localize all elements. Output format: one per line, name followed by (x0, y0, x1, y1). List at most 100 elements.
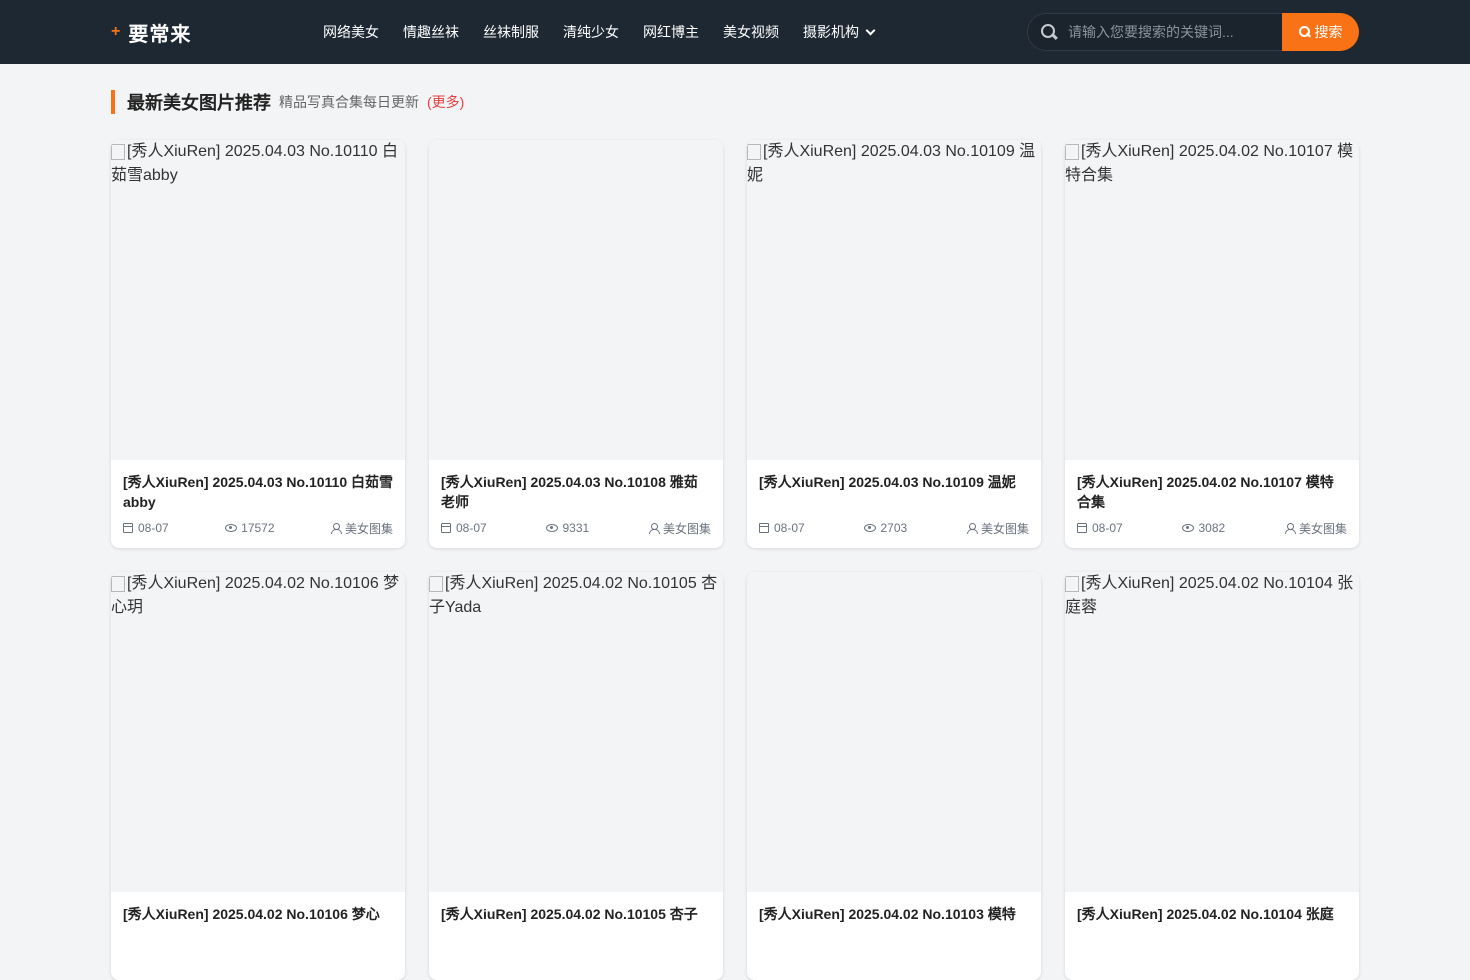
post-title[interactable]: [秀人XiuRen] 2025.04.02 No.10105 杏子 (441, 904, 711, 924)
post-category: 美女图集 (648, 520, 711, 537)
post-views-text: 9331 (562, 521, 590, 535)
post-card[interactable]: [秀人XiuRen] 2025.04.03 No.10110 白茹雪abby [秀… (111, 140, 405, 548)
post-date: 08-07 (1077, 521, 1123, 535)
post-date-text: 08-07 (774, 521, 805, 535)
post-title[interactable]: [秀人XiuRen] 2025.04.02 No.10103 模特 (759, 904, 1029, 924)
post-meta: 08-07 3082 美女图集 (1077, 520, 1347, 536)
post-date: 08-07 (759, 521, 805, 535)
main-nav: 网络美女 情趣丝袜 丝袜制服 清纯少女 网红博主 美女视频 摄影机构 (323, 21, 876, 43)
thumbnail-alt-text: [秀人XiuRen] 2025.04.02 No.10107 模特合集 (1065, 140, 1359, 188)
eye-icon (225, 524, 238, 532)
logo-text: 要常来 (128, 23, 192, 46)
nav-item-siwazhifu[interactable]: 丝袜制服 (483, 21, 539, 43)
section-heading: 最新美女图片推荐 精品写真合集每日更新 (更多) (111, 90, 464, 114)
post-date: 08-07 (123, 521, 169, 535)
post-date-text: 08-07 (1092, 521, 1123, 535)
post-thumbnail[interactable]: [秀人XiuRen] 2025.04.02 No.10104 张庭蓉 (1065, 572, 1359, 892)
section-more-link[interactable]: (更多) (427, 92, 464, 112)
post-date: 08-07 (441, 521, 487, 535)
broken-image-icon (1065, 576, 1079, 592)
eye-icon (546, 524, 559, 532)
nav-item-wangluomeinv[interactable]: 网络美女 (323, 21, 379, 43)
card-grid: [秀人XiuRen] 2025.04.03 No.10110 白茹雪abby [秀… (111, 140, 1359, 980)
section-subtitle: 精品写真合集每日更新 (279, 94, 419, 110)
post-thumbnail[interactable] (429, 140, 723, 460)
eye-icon (1182, 524, 1195, 532)
user-icon (648, 522, 660, 534)
user-icon (966, 522, 978, 534)
section-title: 最新美女图片推荐 (127, 93, 271, 113)
thumbnail-alt-text: [秀人XiuRen] 2025.04.03 No.10110 白茹雪abby (111, 140, 405, 188)
section-accent-bar (111, 90, 115, 114)
broken-image-icon (111, 144, 125, 160)
thumbnail-alt-label: [秀人XiuRen] 2025.04.02 No.10104 张庭蓉 (1065, 575, 1354, 616)
nav-item-sheyingjigou[interactable]: 摄影机构 (803, 21, 876, 43)
thumbnail-alt-label: [秀人XiuRen] 2025.04.02 No.10105 杏子Yada (429, 575, 718, 616)
post-title[interactable]: [秀人XiuRen] 2025.04.02 No.10106 梦心 (123, 904, 393, 924)
post-card[interactable]: [秀人XiuRen] 2025.04.03 No.10108 雅茹老师 08-07… (429, 140, 723, 548)
calendar-icon (123, 523, 133, 533)
post-title[interactable]: [秀人XiuRen] 2025.04.03 No.10108 雅茹老师 (441, 472, 711, 512)
post-views-text: 2703 (880, 521, 908, 535)
post-meta: 08-07 2703 美女图集 (759, 520, 1029, 536)
post-views: 3082 (1182, 521, 1225, 535)
post-views: 2703 (864, 521, 907, 535)
user-icon (330, 522, 342, 534)
search-icon (1040, 23, 1058, 41)
chevron-down-icon (865, 25, 876, 35)
nav-item-meinvshipin[interactable]: 美女视频 (723, 21, 779, 43)
post-title[interactable]: [秀人XiuRen] 2025.04.03 No.10110 白茹雪abby (123, 472, 393, 512)
nav-item-qingchunshaonv[interactable]: 清纯少女 (563, 21, 619, 43)
post-thumbnail[interactable]: [秀人XiuRen] 2025.04.03 No.10110 白茹雪abby (111, 140, 405, 460)
top-header: + 要常来 网络美女 情趣丝袜 丝袜制服 清纯少女 网红博主 美女视频 摄影机构… (0, 0, 1470, 64)
post-thumbnail[interactable]: [秀人XiuRen] 2025.04.02 No.10105 杏子Yada (429, 572, 723, 892)
search-input[interactable] (1068, 24, 1273, 40)
site-logo[interactable]: + 要常来 (111, 19, 192, 46)
post-date-text: 08-07 (456, 521, 487, 535)
logo-plus: + (111, 23, 121, 40)
nav-item-wanghongbozhu[interactable]: 网红博主 (643, 21, 699, 43)
post-category-text: 美女图集 (980, 521, 1029, 536)
post-date-text: 08-07 (138, 521, 169, 535)
thumbnail-alt-text: [秀人XiuRen] 2025.04.02 No.10104 张庭蓉 (1065, 572, 1359, 620)
post-card[interactable]: [秀人XiuRen] 2025.04.03 No.10109 温妮 [秀人XiuR… (747, 140, 1041, 548)
post-category-text: 美女图集 (1298, 521, 1347, 536)
search-button-label: 搜索 (1314, 24, 1343, 40)
search-button-icon (1298, 26, 1311, 38)
broken-image-icon (747, 144, 761, 160)
calendar-icon (759, 523, 769, 533)
thumbnail-alt-text: [秀人XiuRen] 2025.04.02 No.10105 杏子Yada (429, 572, 723, 620)
search-box (1027, 13, 1282, 51)
post-thumbnail[interactable]: [秀人XiuRen] 2025.04.02 No.10107 模特合集 (1065, 140, 1359, 460)
post-card[interactable]: [秀人XiuRen] 2025.04.02 No.10105 杏子Yada [秀人… (429, 572, 723, 980)
broken-image-icon (1065, 144, 1079, 160)
post-thumbnail[interactable] (747, 572, 1041, 892)
post-views: 9331 (546, 521, 589, 535)
thumbnail-alt-text: [秀人XiuRen] 2025.04.03 No.10109 温妮 (747, 140, 1041, 188)
post-thumbnail[interactable]: [秀人XiuRen] 2025.04.03 No.10109 温妮 (747, 140, 1041, 460)
eye-icon (864, 524, 877, 532)
post-title[interactable]: [秀人XiuRen] 2025.04.02 No.10107 模特合集 (1077, 472, 1347, 512)
post-thumbnail[interactable]: [秀人XiuRen] 2025.04.02 No.10106 梦心玥 (111, 572, 405, 892)
post-views: 17572 (225, 521, 275, 535)
search-button[interactable]: 搜索 (1282, 13, 1359, 51)
thumbnail-alt-label: [秀人XiuRen] 2025.04.03 No.10110 白茹雪abby (111, 143, 398, 184)
thumbnail-alt-label: [秀人XiuRen] 2025.04.03 No.10109 温妮 (747, 143, 1036, 184)
post-category: 美女图集 (1284, 520, 1347, 537)
thumbnail-alt-text: [秀人XiuRen] 2025.04.02 No.10106 梦心玥 (111, 572, 405, 620)
post-title[interactable]: [秀人XiuRen] 2025.04.02 No.10104 张庭 (1077, 904, 1347, 924)
post-title[interactable]: [秀人XiuRen] 2025.04.03 No.10109 温妮 (759, 472, 1029, 492)
nav-item-qingqusiwa[interactable]: 情趣丝袜 (403, 21, 459, 43)
nav-item-sheyingjigou-label: 摄影机构 (803, 24, 859, 40)
post-card[interactable]: [秀人XiuRen] 2025.04.02 No.10104 张庭蓉 [秀人Xiu… (1065, 572, 1359, 980)
post-card[interactable]: [秀人XiuRen] 2025.04.02 No.10107 模特合集 [秀人Xi… (1065, 140, 1359, 548)
post-category: 美女图集 (330, 520, 393, 537)
post-card[interactable]: [秀人XiuRen] 2025.04.02 No.10106 梦心玥 [秀人Xiu… (111, 572, 405, 980)
post-category-text: 美女图集 (662, 521, 711, 536)
post-views-text: 17572 (241, 521, 275, 535)
broken-image-icon (429, 576, 443, 592)
user-icon (1284, 522, 1296, 534)
post-category-text: 美女图集 (344, 521, 393, 536)
post-card[interactable]: [秀人XiuRen] 2025.04.02 No.10103 模特 (747, 572, 1041, 980)
thumbnail-alt-label: [秀人XiuRen] 2025.04.02 No.10107 模特合集 (1065, 143, 1354, 184)
